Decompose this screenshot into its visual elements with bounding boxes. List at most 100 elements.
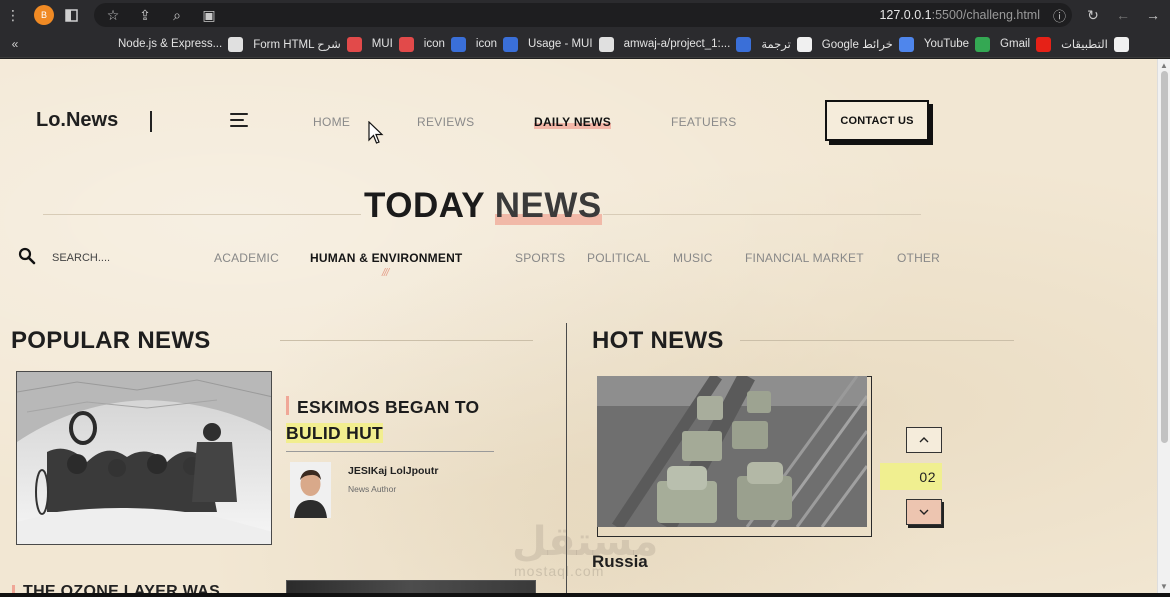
site-info-icon[interactable]: ⓘ [1053,6,1066,25]
hero-title: TODAY NEWS [364,186,602,226]
bookmark-item[interactable]: icon [423,36,466,52]
article-rule [286,451,494,452]
hot-news-rule [740,340,1014,341]
url-path: :5500/challeng.html [931,8,1040,22]
author-avatar [290,462,331,518]
bookmark-item[interactable]: MUI [372,36,414,52]
hot-news-image[interactable] [597,376,867,527]
chevron-up-icon [919,437,929,443]
bookmark-label: ترجمة [761,39,791,51]
bookmark-label: التطبيقات [1061,39,1108,51]
bookmark-favicon-icon [1113,36,1129,52]
mouse-cursor-icon [368,121,384,144]
popular-news-heading: POPULAR NEWS [11,327,211,354]
bookmark-item[interactable]: التطبيقات [1061,36,1129,52]
bookmark-favicon-icon [450,36,466,52]
hero-title-plain: TODAY [364,186,495,225]
bookmark-item[interactable]: icon [476,36,519,52]
nav-features[interactable]: FEATUERS [671,115,737,129]
bookmark-item[interactable]: amwaj-a/project_1:... [623,36,752,52]
page-scrollbar[interactable]: ▲ ▼ [1157,59,1170,593]
category-sports[interactable]: SPORTS [515,251,565,265]
bookmark-item[interactable]: Usage - MUI [528,36,614,52]
share-icon[interactable]: ⇪ [132,2,158,28]
bookmark-label: YouTube [923,38,970,50]
bookmark-label: amwaj-a/project_1:... [623,38,731,50]
star-icon[interactable]: ☆ [100,2,126,28]
watermark-logo: مستقل [512,520,659,564]
bookmark-label: Form HTML شرح [253,39,341,51]
chevron-up-button[interactable] [906,427,942,453]
back-icon[interactable]: ← [1110,2,1136,28]
url-host: 127.0.0.1 [879,8,932,22]
profile-avatar[interactable]: B [34,5,54,25]
bookmark-favicon-icon [346,36,362,52]
category-other[interactable]: OTHER [897,251,940,265]
page-content: Lo.News HOME REVIEWS DAILY NEWS FEATUERS… [0,59,1157,593]
sidebar-icon[interactable] [58,2,84,28]
bookmark-item[interactable]: Google خرائط [821,36,914,52]
window-bottom-edge [0,593,1170,597]
popular-news-rule [280,340,533,341]
next-article-title[interactable]: THE OZONE LAYER WAS [12,583,220,593]
bookmark-favicon-icon [398,36,414,52]
hero-divider-right [603,214,921,215]
nav-daily-news[interactable]: DAILY NEWS [534,115,612,129]
zoom-icon[interactable]: ⌕ [164,2,190,28]
site-logo[interactable]: Lo.News [36,109,118,132]
scroll-down-icon[interactable]: ▼ [1160,582,1168,591]
address-bar[interactable]: ☆ ⇪ ⌕ ▣ 127.0.0.1:5500/challeng.html ⓘ [94,3,1072,27]
search-icon[interactable] [18,247,36,265]
bookmark-item[interactable]: ترجمة [761,36,812,52]
scroll-up-icon[interactable]: ▲ [1160,61,1168,70]
category-political[interactable]: POLITICAL [587,251,650,265]
menu-dots-icon[interactable]: ⋮ [0,2,26,28]
bookmark-item[interactable]: Gmail [1000,36,1052,52]
bookmarks-overflow-icon[interactable]: « [0,37,30,51]
chevron-down-icon [919,509,929,515]
bookmark-favicon-icon [898,36,914,52]
logo-separator [150,111,152,132]
hero-divider-left [43,214,361,215]
bookmark-favicon-icon [975,36,991,52]
category-music[interactable]: MUSIC [673,251,713,265]
bookmarks-list: Node.js & Express... Form HTML شرح MUI icon… [118,30,1139,58]
nav-home[interactable]: HOME [313,115,350,129]
article-title-line1: ESKIMOS BEGAN TO [297,397,480,417]
search-input[interactable] [52,249,182,267]
reload-icon[interactable]: ↻ [1080,2,1106,28]
bookmarks-bar: « Node.js & Express... Form HTML شرح MUI ic… [0,30,1170,58]
forward-icon[interactable]: → [1140,2,1166,28]
url-text[interactable]: 127.0.0.1:5500/challeng.html [879,8,1040,22]
popular-news-image[interactable] [16,371,272,545]
scrollbar-thumb[interactable] [1161,71,1168,443]
article-title-line2: BULID HUT [286,423,383,443]
hamburger-menu-icon[interactable] [230,113,248,127]
popular-article-title[interactable]: ESKIMOS BEGAN TO BULID HUT [286,394,506,446]
cast-icon[interactable]: ▣ [196,2,222,28]
hot-news-heading: HOT NEWS [592,327,724,354]
bookmark-favicon-icon [598,36,614,52]
bookmark-item[interactable]: Node.js & Express... [118,36,244,52]
next-article-image[interactable] [286,580,536,593]
slide-counter: 02 [880,463,942,490]
contact-us-button[interactable]: CONTACT US [825,100,929,141]
chevron-down-button[interactable] [906,499,942,525]
nav-reviews[interactable]: REVIEWS [417,115,474,129]
hero-title-highlight: NEWS [494,186,602,225]
bookmark-favicon-icon [1036,36,1052,52]
category-human-environment[interactable]: HUMAN & ENVIRONMENT [310,251,462,265]
bookmark-favicon-icon [736,36,752,52]
bookmark-item[interactable]: Form HTML شرح [253,36,362,52]
category-academic[interactable]: ACADEMIC [214,251,279,265]
bookmark-item[interactable]: YouTube [923,36,991,52]
bookmark-label: Usage - MUI [528,38,593,50]
bookmark-label: icon [423,38,445,50]
author-role: News Author [348,484,397,494]
watermark-text: mostaql.com [514,563,605,579]
category-financial-market[interactable]: FINANCIAL MARKET [745,251,864,265]
bookmark-label: Gmail [1000,38,1031,50]
author-name[interactable]: JESIKaj LolJpoutr [348,465,438,477]
bookmark-label: Google خرائط [821,39,893,51]
bookmark-favicon-icon [228,36,244,52]
